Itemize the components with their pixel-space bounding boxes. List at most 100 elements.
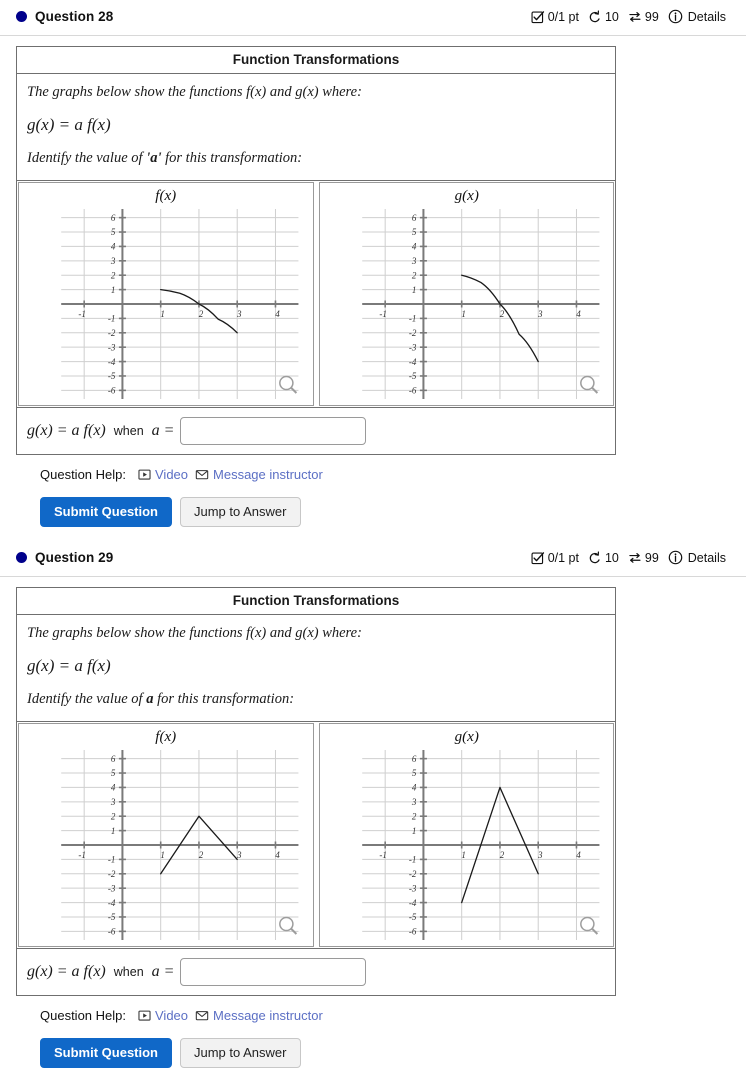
question-button-row: Submit Question Jump to Answer	[16, 482, 730, 528]
message-help-item[interactable]: Message instructor	[195, 467, 323, 482]
prompt-line-2: Identify the value of 'a' for this trans…	[27, 149, 605, 169]
y-tick-label: 5	[111, 769, 116, 779]
message-help-item[interactable]: Message instructor	[195, 1008, 323, 1023]
x-tick-label: 2	[199, 850, 204, 860]
y-tick-label: -4	[108, 357, 116, 367]
y-tick-label: 1	[411, 285, 416, 295]
details-group[interactable]: Details	[668, 550, 726, 565]
answer-input[interactable]	[180, 417, 367, 446]
y-tick-label: -4	[408, 898, 416, 908]
points-group: 0/1 pt	[531, 551, 579, 565]
answer-row: g(x) = a f(x) when a =	[17, 408, 615, 454]
jump-to-answer-button[interactable]: Jump to Answer	[180, 1038, 301, 1069]
y-tick-label: 1	[411, 826, 416, 836]
y-tick-label: 3	[110, 797, 116, 807]
x-tick-label: 3	[536, 850, 542, 860]
submit-question-button[interactable]: Submit Question	[40, 1038, 172, 1069]
y-tick-label: -5	[108, 371, 116, 381]
y-tick-label: 1	[111, 826, 116, 836]
question-title: Question 29	[35, 550, 114, 566]
jump-to-answer-button[interactable]: Jump to Answer	[180, 497, 301, 528]
versions-value: 99	[644, 9, 659, 24]
question-body: Function Transformations The graphs belo…	[0, 36, 746, 528]
info-circle-icon[interactable]	[668, 550, 683, 565]
graph-title: g(x)	[454, 188, 478, 204]
video-help-link[interactable]: Video	[155, 467, 188, 482]
x-tick-label: 4	[275, 850, 280, 860]
message-instructor-link[interactable]: Message instructor	[213, 1008, 323, 1023]
question-meta: 0/1 pt 10 99 Details	[531, 9, 730, 24]
y-tick-label: 5	[111, 227, 116, 237]
question-help-label: Question Help:	[40, 1008, 126, 1024]
info-circle-icon[interactable]	[668, 9, 683, 24]
y-tick-label: 3	[410, 797, 416, 807]
y-tick-label: -2	[108, 328, 116, 338]
card-title: Function Transformations	[17, 588, 615, 616]
x-tick-label: 2	[199, 309, 204, 319]
answer-input[interactable]	[180, 958, 367, 987]
y-tick-label: -6	[108, 927, 116, 937]
prompt-line-2-emphasis: 'a'	[146, 149, 162, 166]
question-button-row: Submit Question Jump to Answer	[16, 1023, 730, 1069]
y-tick-label: 6	[411, 754, 416, 764]
details-label[interactable]: Details	[688, 10, 726, 24]
x-tick-label: 1	[160, 850, 165, 860]
swap-arrows-icon	[629, 552, 641, 563]
y-tick-label: -5	[408, 912, 416, 922]
y-tick-label: -5	[108, 912, 116, 922]
y-tick-label: 2	[111, 812, 116, 822]
card-prompt-section: The graphs below show the functions f(x)…	[17, 615, 615, 723]
x-tick-label: -1	[78, 309, 86, 319]
prompt-line-1: The graphs below show the functions f(x)…	[27, 625, 362, 642]
graph-panel-f[interactable]: f(x) -1 1 2 3 4 6 5 4 3 2 1 -1 -2 -3 -4 -5 -6	[18, 723, 314, 948]
video-help-item[interactable]: Video	[138, 1008, 188, 1023]
graph-panel-f[interactable]: f(x) -1 1 2 3 4 6 5 4 3 2 1 -1 -2 -3 -4 -5 -6	[18, 182, 314, 407]
x-tick-label: 1	[461, 309, 466, 319]
question-title-wrap: Question 28	[16, 9, 113, 24]
graph-row: f(x) -1 1 2 3 4 6 5 4 3 2 1 -1 -2 -3 -4 -5 -6 g(x) -1 1 2 3 4 6…	[17, 181, 615, 409]
points-value: 0/1 pt	[547, 9, 579, 24]
graph-row: f(x) -1 1 2 3 4 6 5 4 3 2 1 -1 -2 -3 -4 -5 -6 g(x) -1 1 2 3 4 6…	[17, 722, 615, 950]
prompt-line-2-suffix: for this transformation:	[153, 690, 295, 707]
video-help-item[interactable]: Video	[138, 467, 188, 482]
details-group[interactable]: Details	[668, 9, 726, 24]
submit-question-button[interactable]: Submit Question	[40, 497, 172, 528]
envelope-icon[interactable]	[195, 468, 209, 481]
x-tick-label: 3	[536, 309, 542, 319]
y-tick-label: -2	[408, 869, 416, 879]
versions-group: 99	[628, 10, 659, 24]
answer-when-word: when	[113, 424, 144, 439]
prompt-line-1: The graphs below show the functions f(x)…	[27, 84, 362, 100]
video-play-icon[interactable]	[138, 468, 151, 481]
question-card: Function Transformations The graphs belo…	[16, 46, 616, 456]
attempts-group: 10	[588, 551, 619, 565]
x-tick-label: -1	[78, 850, 86, 860]
y-tick-label: -5	[408, 371, 416, 381]
checkbox-check-icon	[531, 10, 544, 23]
details-label[interactable]: Details	[688, 551, 726, 565]
y-tick-label: 4	[411, 783, 416, 793]
message-instructor-link[interactable]: Message instructor	[213, 467, 323, 482]
question-help-row: Question Help: Video Message instructor	[16, 455, 730, 482]
versions-value: 99	[644, 550, 659, 565]
y-tick-label: -4	[408, 357, 416, 367]
graph-panel-g[interactable]: g(x) -1 1 2 3 4 6 5 4 3 2 1 -1 -2 -3 -4 -5 -6	[318, 723, 614, 948]
question-title-wrap: Question 29	[16, 550, 113, 565]
envelope-icon[interactable]	[195, 1009, 209, 1022]
assignment-page: Question 28 0/1 pt 10 99 Details Functio…	[0, 0, 746, 1082]
question-block: Question 28 0/1 pt 10 99 Details Functio…	[0, 0, 746, 541]
question-help-row: Question Help: Video Message instructor	[16, 996, 730, 1023]
attempts-value: 10	[604, 550, 619, 565]
card-title: Function Transformations	[17, 47, 615, 74]
video-help-link[interactable]: Video	[155, 1008, 188, 1023]
question-status-bullet-icon	[16, 11, 27, 22]
question-help-label: Question Help:	[40, 467, 126, 483]
y-tick-label: -3	[108, 884, 116, 894]
video-play-icon[interactable]	[138, 1009, 151, 1022]
y-tick-label: -2	[108, 869, 116, 879]
graph-panel-g[interactable]: g(x) -1 1 2 3 4 6 5 4 3 2 1 -1 -2 -3 -4 -5 -6	[318, 182, 614, 407]
y-tick-label: 5	[411, 769, 416, 779]
y-tick-label: 4	[111, 783, 116, 793]
y-tick-label: 2	[111, 271, 116, 281]
x-tick-label: -1	[379, 850, 387, 860]
